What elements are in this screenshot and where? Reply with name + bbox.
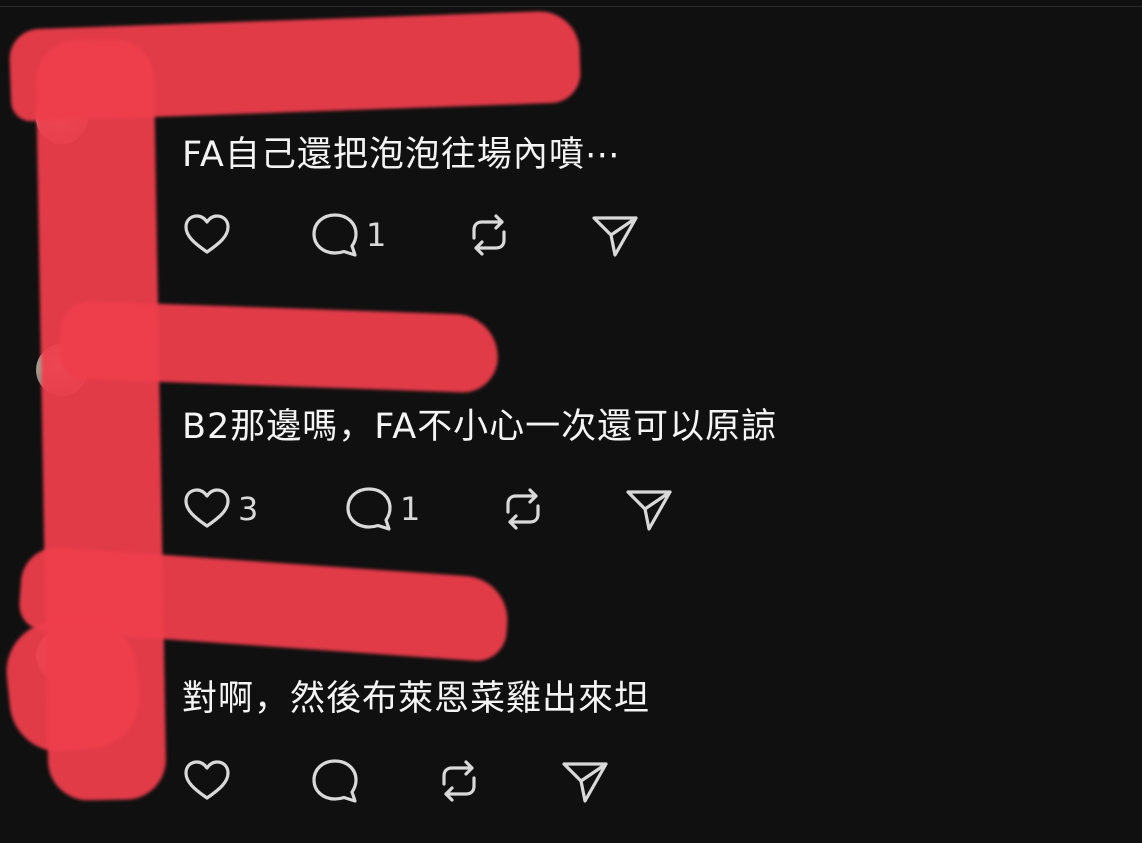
comment-icon [312, 213, 358, 257]
reply-button[interactable]: 1 [342, 482, 420, 536]
share-button[interactable] [622, 482, 680, 536]
heart-icon [184, 488, 230, 528]
share-button[interactable] [558, 754, 616, 808]
reply-button[interactable]: 1 [308, 208, 386, 262]
repost-icon [442, 760, 476, 802]
repost-button[interactable] [462, 208, 520, 262]
post-text: B2那邊嗎，FA不小心一次還可以原諒 [182, 407, 778, 447]
repost-button[interactable] [432, 754, 490, 808]
post-text: 對啊，然後布萊恩菜雞出來坦 [182, 679, 651, 719]
send-icon [562, 762, 608, 803]
like-button[interactable] [180, 208, 238, 262]
send-icon [626, 490, 672, 531]
like-button[interactable]: 3 [180, 482, 258, 536]
comment-icon [312, 759, 358, 803]
heart-icon [184, 214, 230, 254]
repost-button[interactable] [496, 482, 554, 536]
reply-count: 1 [366, 216, 387, 254]
send-icon [592, 216, 638, 257]
post-text: FA自己還把泡泡往場內噴⋯ [182, 135, 621, 175]
repost-icon [506, 488, 540, 530]
reply-button[interactable] [308, 754, 366, 808]
comment-icon [346, 487, 392, 531]
like-button[interactable] [180, 754, 238, 808]
share-button[interactable] [588, 208, 646, 262]
redaction-stroke [1, 613, 145, 757]
heart-icon [184, 760, 230, 800]
reply-count: 1 [400, 490, 421, 528]
repost-icon [472, 214, 506, 256]
like-count: 3 [238, 490, 259, 528]
redaction-stroke [58, 300, 500, 394]
top-divider [0, 6, 1142, 7]
